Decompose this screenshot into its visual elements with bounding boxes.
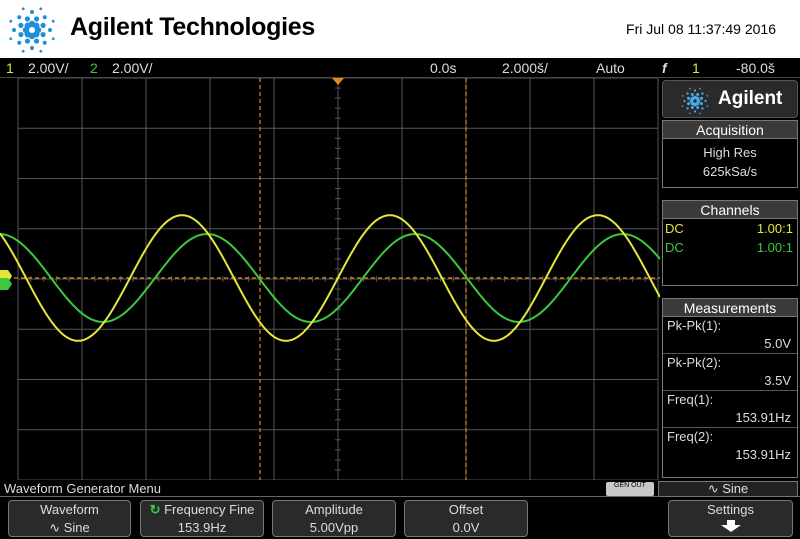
softkey-bar: Waveform Generator Menu GEN OUT ∿ Sine W… bbox=[0, 480, 800, 539]
channel-1-probe-ratio: 1.00:1 bbox=[756, 221, 793, 236]
measurement-value: 5.0V bbox=[663, 335, 797, 354]
channel-2-probe-ratio: 1.00:1 bbox=[756, 240, 793, 255]
offset-softkey[interactable]: Offset 0.0V bbox=[404, 500, 528, 537]
brand-title: Agilent Technologies bbox=[70, 13, 315, 41]
time-scale[interactable]: 2.000š/ bbox=[502, 58, 548, 78]
softkey-label: Waveform bbox=[40, 502, 99, 517]
softkey-value: Sine bbox=[63, 520, 90, 535]
channels-title: Channels bbox=[663, 201, 797, 219]
sample-rate: 625kSa/s bbox=[702, 164, 758, 179]
agilent-spark-icon bbox=[681, 87, 709, 115]
trigger-edge-icon: f bbox=[662, 60, 667, 76]
channel-1-row: DC 1.00:1 bbox=[663, 219, 797, 238]
trigger-source[interactable]: 1 bbox=[692, 58, 700, 78]
trigger-level[interactable]: -80.0š bbox=[736, 58, 775, 78]
agilent-logo-box: Agilent bbox=[662, 80, 798, 118]
rotate-knob-icon: ↻ bbox=[149, 502, 165, 517]
trigger-mode[interactable]: Auto bbox=[596, 58, 625, 78]
measurement-label: Freq(2): bbox=[667, 429, 714, 444]
channel-2-coupling: DC bbox=[665, 240, 684, 255]
waveform-display[interactable] bbox=[0, 78, 660, 480]
agilent-spark-icon bbox=[9, 7, 55, 53]
softkey-label: Offset bbox=[448, 502, 484, 517]
status-bar: 1 2.00V/ 2 2.00V/ 0.0s 2.000š/ Auto f 1 … bbox=[0, 58, 800, 78]
acquisition-panel[interactable]: Acquisition High Res 625kSa/s bbox=[662, 120, 798, 188]
channel-2-ground-marker[interactable] bbox=[0, 278, 12, 290]
measurement-label: Freq(1): bbox=[667, 392, 714, 407]
ch1-scale[interactable]: 2.00V/ bbox=[28, 58, 68, 78]
gen-out-button[interactable]: GEN OUT bbox=[606, 482, 654, 496]
ch2-number[interactable]: 2 bbox=[90, 58, 98, 78]
side-panel: Agilent Acquisition High Res 625kSa/s Ch… bbox=[660, 78, 800, 480]
measurements-panel[interactable]: Measurements Pk-Pk(1): 5.0V Pk-Pk(2): 3.… bbox=[662, 298, 798, 478]
acquisition-mode: High Res bbox=[703, 145, 757, 160]
header-bar: Agilent Technologies Fri Jul 08 11:37:49… bbox=[0, 0, 800, 58]
arrow-down-icon bbox=[720, 520, 741, 532]
softkey-value: 153.9Hz bbox=[177, 520, 227, 535]
softkey-value: 0.0V bbox=[452, 520, 480, 535]
datetime: Fri Jul 08 11:37:49 2016 bbox=[626, 21, 776, 37]
measurement-value: 153.91Hz bbox=[663, 409, 797, 428]
measurement-label: Pk-Pk(2): bbox=[667, 355, 722, 370]
softkey-label: Frequency Fine bbox=[164, 502, 255, 517]
waveform-type-indicator: ∿ Sine bbox=[658, 481, 798, 497]
measurement-label: Pk-Pk(1): bbox=[667, 318, 722, 333]
measurement-value: 3.5V bbox=[663, 372, 797, 391]
trigger-position-marker bbox=[332, 78, 344, 85]
measurement-value: 153.91Hz bbox=[735, 447, 791, 462]
time-delay[interactable]: 0.0s bbox=[430, 58, 456, 78]
measurements-title: Measurements bbox=[663, 299, 797, 317]
channel-2-row: DC 1.00:1 bbox=[663, 238, 797, 257]
ch1-number[interactable]: 1 bbox=[6, 58, 14, 78]
waveform-softkey[interactable]: Waveform ∿ Sine bbox=[8, 500, 131, 537]
softkey-label: Amplitude bbox=[305, 502, 363, 517]
frequency-fine-softkey[interactable]: ↻ Frequency Fine 153.9Hz bbox=[140, 500, 264, 537]
sine-wave-icon: ∿ bbox=[49, 520, 64, 535]
softkey-label: Settings bbox=[707, 502, 754, 517]
acquisition-title: Acquisition bbox=[663, 121, 797, 139]
channels-panel[interactable]: Channels DC 1.00:1 DC 1.00:1 bbox=[662, 200, 798, 286]
waveform-type-label: Sine bbox=[722, 481, 749, 496]
channel-1-coupling: DC bbox=[665, 221, 684, 236]
side-brand: Agilent bbox=[718, 88, 783, 109]
amplitude-softkey[interactable]: Amplitude 5.00Vpp bbox=[272, 500, 396, 537]
softkey-value: 5.00Vpp bbox=[309, 520, 359, 535]
ch2-scale[interactable]: 2.00V/ bbox=[112, 58, 152, 78]
sine-wave-icon: ∿ bbox=[707, 481, 719, 496]
settings-softkey[interactable]: Settings bbox=[668, 500, 793, 537]
menu-title: Waveform Generator Menu bbox=[4, 481, 162, 496]
